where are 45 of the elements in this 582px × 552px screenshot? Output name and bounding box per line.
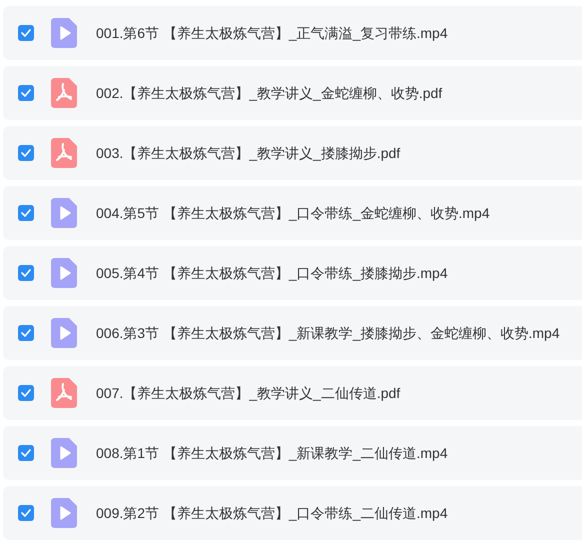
file-name: 003.【养生太极炼气营】_教学讲义_搂膝拗步.pdf <box>96 144 400 163</box>
checkmark-icon <box>21 269 31 277</box>
checkmark-icon <box>21 509 31 517</box>
checkbox[interactable] <box>18 325 34 341</box>
file-row[interactable]: 003.【养生太极炼气营】_教学讲义_搂膝拗步.pdf <box>3 126 582 180</box>
file-name: 007.【养生太极炼气营】_教学讲义_二仙传道.pdf <box>96 384 400 403</box>
checkmark-icon <box>21 209 31 217</box>
video-file-icon <box>51 498 77 528</box>
video-file-icon <box>51 198 77 228</box>
checkmark-icon <box>21 329 31 337</box>
video-file-icon <box>51 18 77 48</box>
checkbox[interactable] <box>18 265 34 281</box>
file-row[interactable]: 004.第5节 【养生太极炼气营】_口令带练_金蛇缠柳、收势.mp4 <box>3 186 582 240</box>
file-name: 008.第1节 【养生太极炼气营】_新课教学_二仙传道.mp4 <box>96 444 448 463</box>
checkbox[interactable] <box>18 505 34 521</box>
pdf-file-icon <box>51 78 77 108</box>
file-row[interactable]: 008.第1节 【养生太极炼气营】_新课教学_二仙传道.mp4 <box>3 426 582 480</box>
file-name: 004.第5节 【养生太极炼气营】_口令带练_金蛇缠柳、收势.mp4 <box>96 204 490 223</box>
checkbox[interactable] <box>18 25 34 41</box>
pdf-file-icon <box>51 378 77 408</box>
file-name: 009.第2节 【养生太极炼气营】_口令带练_二仙传道.mp4 <box>96 504 448 523</box>
file-name: 005.第4节 【养生太极炼气营】_口令带练_搂膝拗步.mp4 <box>96 264 448 283</box>
video-file-icon <box>51 318 77 348</box>
checkbox[interactable] <box>18 445 34 461</box>
checkmark-icon <box>21 149 31 157</box>
pdf-file-icon <box>51 138 77 168</box>
checkbox[interactable] <box>18 145 34 161</box>
checkbox[interactable] <box>18 85 34 101</box>
file-row[interactable]: 001.第6节 【养生太极炼气营】_正气满溢_复习带练.mp4 <box>3 6 582 60</box>
checkmark-icon <box>21 29 31 37</box>
checkbox[interactable] <box>18 385 34 401</box>
file-name: 006.第3节 【养生太极炼气营】_新课教学_搂膝拗步、金蛇缠柳、收势.mp4 <box>96 324 560 343</box>
file-row[interactable]: 006.第3节 【养生太极炼气营】_新课教学_搂膝拗步、金蛇缠柳、收势.mp4 <box>3 306 582 360</box>
file-row[interactable]: 007.【养生太极炼气营】_教学讲义_二仙传道.pdf <box>3 366 582 420</box>
file-row[interactable]: 009.第2节 【养生太极炼气营】_口令带练_二仙传道.mp4 <box>3 486 582 540</box>
video-file-icon <box>51 438 77 468</box>
checkmark-icon <box>21 89 31 97</box>
file-name: 002.【养生太极炼气营】_教学讲义_金蛇缠柳、收势.pdf <box>96 84 442 103</box>
checkmark-icon <box>21 389 31 397</box>
checkbox[interactable] <box>18 205 34 221</box>
file-row[interactable]: 005.第4节 【养生太极炼气营】_口令带练_搂膝拗步.mp4 <box>3 246 582 300</box>
video-file-icon <box>51 258 77 288</box>
file-name: 001.第6节 【养生太极炼气营】_正气满溢_复习带练.mp4 <box>96 24 448 43</box>
checkmark-icon <box>21 449 31 457</box>
file-row[interactable]: 002.【养生太极炼气营】_教学讲义_金蛇缠柳、收势.pdf <box>3 66 582 120</box>
